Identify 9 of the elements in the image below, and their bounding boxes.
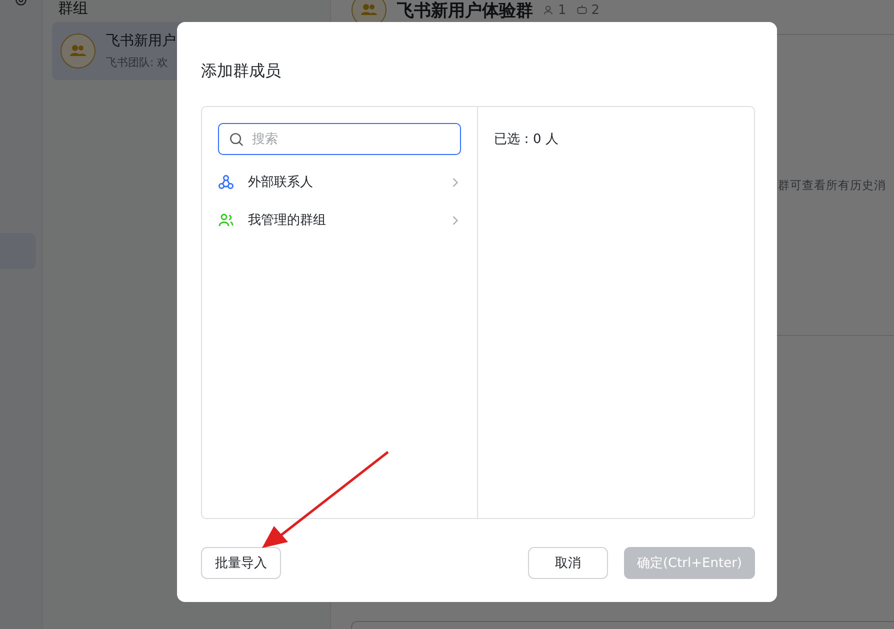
message-preview: 飞书团队: 欢 — [106, 55, 170, 70]
dialog-title: 添加群成员 — [201, 61, 282, 82]
member-count: 1 — [558, 2, 566, 18]
section-title: 群组 — [57, 0, 89, 19]
chat-name: 飞书新用户 — [106, 32, 176, 50]
selected-count: 已选：0 人 — [494, 131, 560, 148]
history-notice: 群可查看所有历史消 — [778, 178, 887, 192]
chat-title: 飞书新用户体验群 — [397, 0, 533, 22]
bot-count: 2 — [591, 2, 600, 18]
